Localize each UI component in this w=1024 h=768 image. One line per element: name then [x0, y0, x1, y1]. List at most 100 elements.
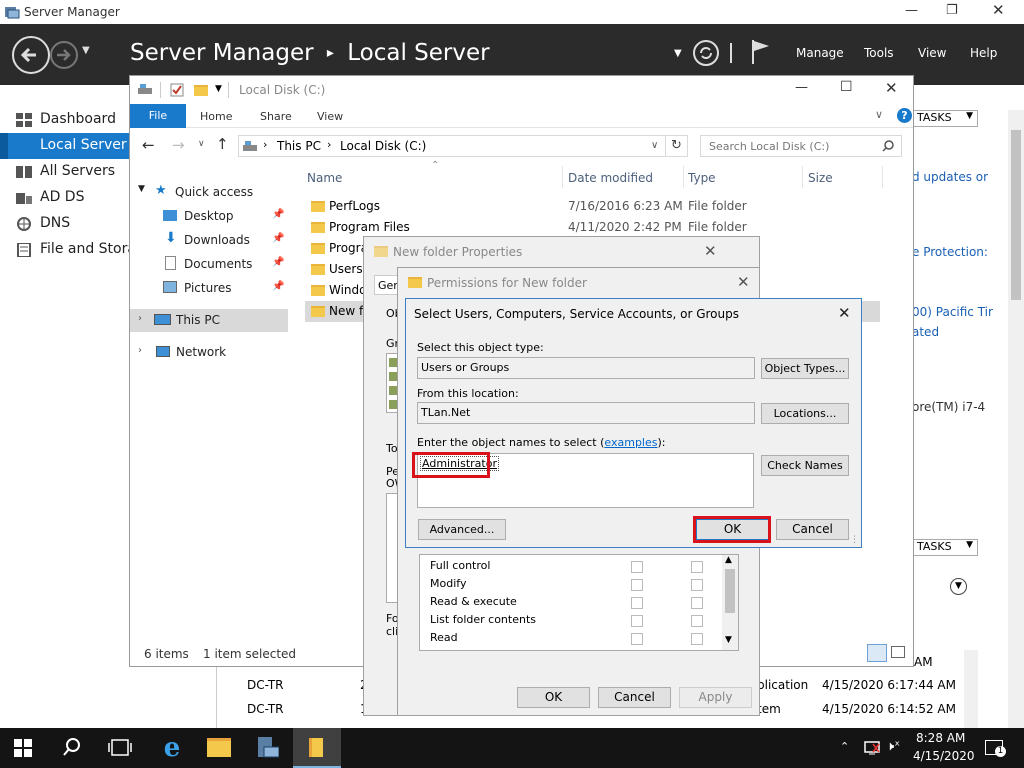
- resize-grip-icon[interactable]: ⋮: [850, 535, 859, 545]
- explorer-minimize-button[interactable]: —: [795, 80, 808, 95]
- minimize-button[interactable]: —: [905, 3, 918, 18]
- advanced-button[interactable]: Advanced...: [418, 519, 506, 540]
- notifications-flag-icon[interactable]: [750, 38, 772, 66]
- scroll-up-icon[interactable]: ▲: [725, 555, 732, 565]
- deny-checkbox[interactable]: [691, 615, 703, 627]
- properties-close-button[interactable]: ✕: [704, 242, 717, 260]
- nav-downloads[interactable]: ⬇ Downloads 📌: [130, 229, 288, 252]
- timezone-link[interactable]: 00) Pacific Tir: [912, 305, 993, 319]
- clock-date[interactable]: 4/15/2020: [913, 749, 975, 763]
- menu-help[interactable]: Help: [970, 46, 997, 60]
- ribbon-tab-home[interactable]: Home: [200, 110, 232, 123]
- help-icon[interactable]: ?: [897, 108, 912, 123]
- deny-checkbox[interactable]: [691, 579, 703, 591]
- list-item[interactable]: Program Files 4/11/2020 2:42 PM File fol…: [305, 217, 880, 238]
- ribbon-tab-share[interactable]: Share: [260, 110, 292, 123]
- windows-start-icon[interactable]: [14, 739, 38, 763]
- deny-checkbox[interactable]: [691, 633, 703, 645]
- volume-muted-icon[interactable]: 🕨ˣ: [886, 739, 900, 754]
- deny-checkbox[interactable]: [691, 597, 703, 609]
- address-segment-local-disk[interactable]: Local Disk (C:): [340, 139, 426, 153]
- internet-explorer-icon[interactable]: e: [159, 735, 185, 761]
- tasks-dropdown-events[interactable]: TASKS ▼: [912, 539, 978, 556]
- examples-link[interactable]: examples: [604, 436, 657, 449]
- file-explorer-taskbar-icon[interactable]: [207, 738, 231, 757]
- nav-this-pc[interactable]: › This PC: [130, 309, 288, 332]
- scrollbar-thumb[interactable]: [1011, 130, 1021, 300]
- details-view-icon[interactable]: [867, 644, 887, 662]
- sidebar-item-dns[interactable]: DNS: [0, 211, 132, 237]
- locations-button[interactable]: Locations...: [761, 403, 849, 424]
- protection-link[interactable]: e Protection:: [912, 245, 988, 259]
- check-names-button[interactable]: Check Names: [761, 455, 849, 476]
- search-icon[interactable]: [60, 736, 84, 760]
- ribbon-tab-file[interactable]: File: [130, 104, 186, 128]
- address-dropdown-icon[interactable]: ∨: [651, 140, 658, 151]
- nav-quick-access[interactable]: ▼ ★ Quick access: [130, 181, 288, 204]
- apply-button[interactable]: Apply: [679, 687, 752, 708]
- main-scrollbar[interactable]: [1008, 110, 1024, 730]
- maximize-button[interactable]: ❐: [946, 3, 958, 18]
- up-arrow-icon[interactable]: ↑: [216, 135, 229, 153]
- select-dialog-close-button[interactable]: ✕: [838, 304, 851, 322]
- network-tray-icon[interactable]: [863, 740, 881, 756]
- sidebar-item-dashboard[interactable]: Dashboard: [0, 107, 132, 133]
- address-segment-this-pc[interactable]: This PC: [277, 139, 321, 153]
- ribbon-expand-icon[interactable]: ∨: [875, 108, 883, 121]
- notifications-icon[interactable]: 1: [985, 740, 1006, 757]
- history-dropdown-icon[interactable]: ▼: [82, 45, 90, 56]
- tasks-dropdown-top[interactable]: TASKS ▼: [912, 110, 978, 127]
- explorer-close-button[interactable]: ✕: [885, 79, 898, 97]
- sidebar-item-local-server[interactable]: Local Server: [0, 133, 132, 159]
- properties-check-icon[interactable]: [170, 83, 184, 97]
- nav-network[interactable]: › Network: [130, 341, 288, 364]
- permissions-close-button[interactable]: ✕: [737, 273, 750, 291]
- address-refresh-button[interactable]: ↻: [666, 135, 688, 157]
- forward-button[interactable]: [50, 41, 78, 69]
- recent-locations-icon[interactable]: ∨: [198, 139, 205, 149]
- search-input[interactable]: Search Local Disk (C:): [700, 135, 902, 157]
- qat-dropdown-icon[interactable]: ▼: [215, 84, 222, 94]
- refresh-dropdown-icon[interactable]: ▼: [674, 48, 682, 59]
- nav-pictures[interactable]: Pictures 📌: [130, 277, 288, 300]
- explorer-forward-icon[interactable]: →: [172, 136, 185, 154]
- allow-checkbox[interactable]: [631, 615, 643, 627]
- cancel-button[interactable]: Cancel: [776, 519, 849, 540]
- explorer-back-icon[interactable]: ←: [142, 136, 155, 154]
- expand-chevron-icon[interactable]: ▼: [950, 578, 967, 595]
- ribbon-tab-view[interactable]: View: [317, 110, 343, 123]
- address-bar[interactable]: › This PC › Local Disk (C:) ∨: [238, 135, 666, 157]
- allow-checkbox[interactable]: [631, 579, 643, 591]
- sidebar-item-ad-ds[interactable]: AD DS: [0, 185, 132, 211]
- sidebar-item-file-storage[interactable]: File and Storag: [0, 237, 132, 263]
- show-hidden-icons-icon[interactable]: ⌃: [840, 740, 849, 753]
- explorer-maximize-button[interactable]: ☐: [840, 79, 853, 95]
- column-header-type[interactable]: Type: [688, 171, 716, 185]
- ok-button[interactable]: OK: [517, 687, 590, 708]
- task-view-icon[interactable]: [108, 737, 132, 761]
- scroll-down-icon[interactable]: ▼: [725, 635, 732, 645]
- list-item[interactable]: PerfLogs 7/16/2016 6:23 AM File folder: [305, 196, 880, 217]
- nav-desktop[interactable]: Desktop 📌: [130, 205, 288, 228]
- scrollbar-thumb[interactable]: [725, 569, 735, 613]
- activated-link[interactable]: ated: [912, 325, 939, 339]
- allow-checkbox[interactable]: [631, 597, 643, 609]
- column-header-date[interactable]: Date modified: [568, 171, 653, 185]
- active-folder-taskbar-button[interactable]: [293, 728, 341, 768]
- perm-scrollbar[interactable]: ▲ ▼: [722, 555, 738, 650]
- allow-checkbox[interactable]: [631, 633, 643, 645]
- back-button[interactable]: [12, 36, 50, 74]
- clock-time[interactable]: 8:28 AM: [916, 731, 965, 745]
- refresh-button[interactable]: [693, 40, 719, 66]
- deny-checkbox[interactable]: [691, 561, 703, 573]
- sidebar-item-all-servers[interactable]: All Servers: [0, 159, 132, 185]
- new-folder-icon[interactable]: [194, 85, 208, 96]
- large-icons-view-icon[interactable]: [891, 646, 905, 658]
- object-types-button[interactable]: Object Types...: [761, 358, 849, 379]
- menu-view[interactable]: View: [918, 46, 946, 60]
- close-button[interactable]: ✕: [992, 1, 1005, 19]
- menu-manage[interactable]: Manage: [796, 46, 844, 60]
- updates-link[interactable]: d updates or: [912, 170, 988, 184]
- column-header-name[interactable]: Name: [307, 171, 342, 185]
- nav-documents[interactable]: Documents 📌: [130, 253, 288, 276]
